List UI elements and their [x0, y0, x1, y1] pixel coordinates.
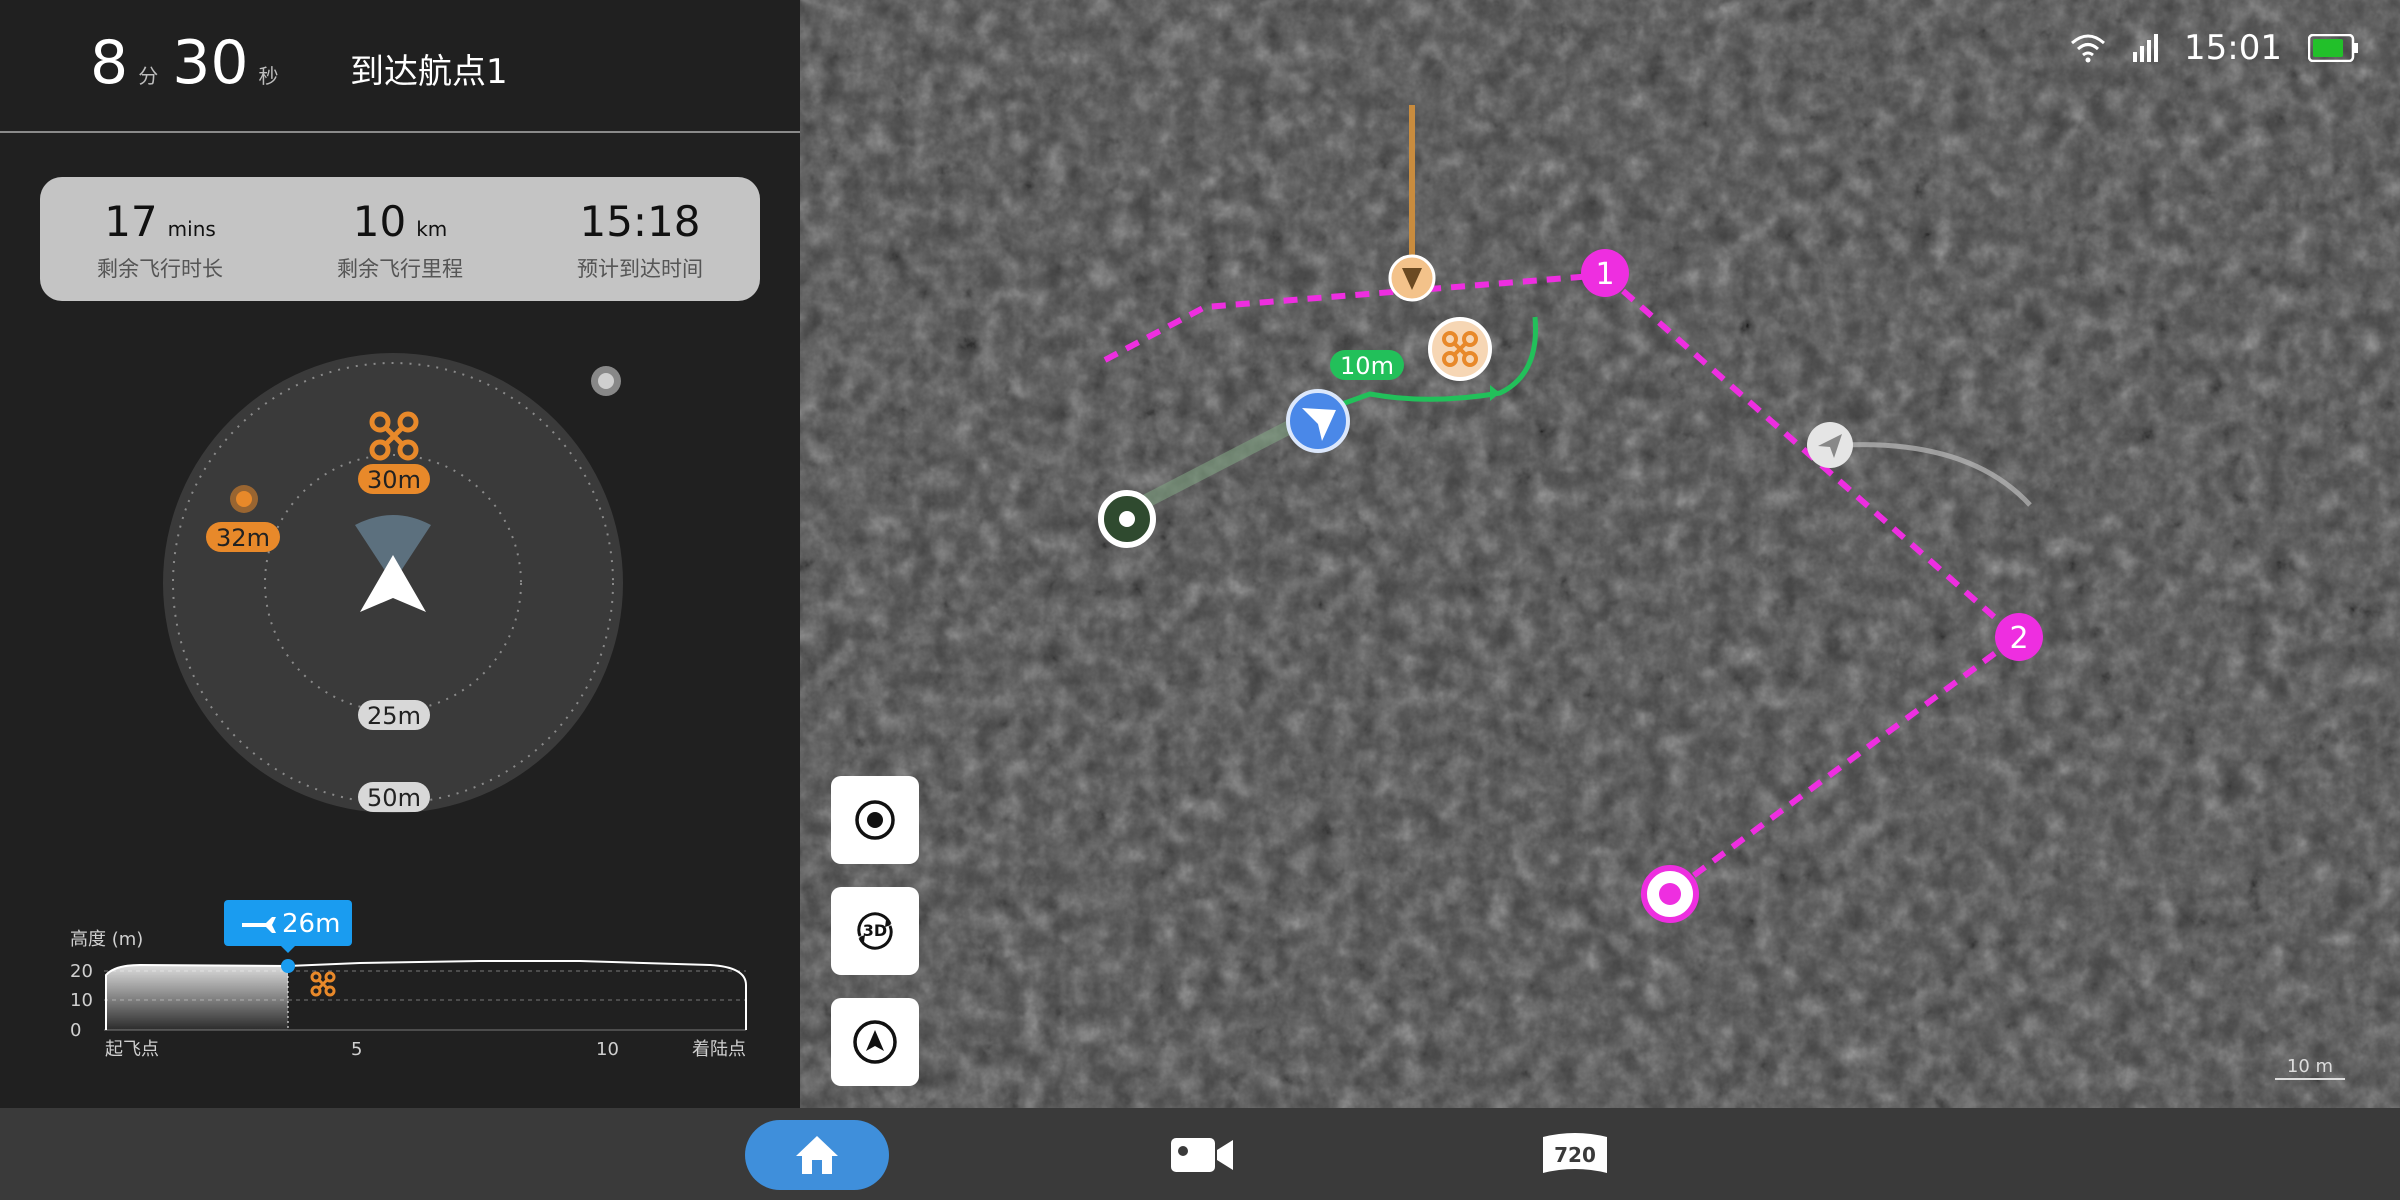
- compass-icon: [853, 1020, 897, 1064]
- timer-seconds: 30: [172, 28, 249, 98]
- home-icon: [796, 1136, 838, 1174]
- y-tick-0: 0: [70, 1020, 81, 1041]
- satellite-map: 10m 1 2: [800, 0, 2400, 1108]
- stat-value: 10: [352, 197, 407, 246]
- stat-remaining-time: 17 mins 剩余飞行时长: [40, 177, 280, 301]
- radar-view: 30m 32m 25m 50m: [163, 353, 623, 813]
- waypoint-1-label: 1: [1595, 257, 1614, 292]
- battery-icon: [2308, 34, 2358, 62]
- panorama-label: 720: [1554, 1143, 1596, 1167]
- stat-label: 预计到达时间: [577, 257, 703, 281]
- stat-eta: 15:18 预计到达时间: [520, 177, 760, 301]
- ring-inner-label: 25m: [367, 702, 421, 730]
- distance-label: 10m: [1340, 352, 1394, 380]
- poi-distance-label: 32m: [216, 524, 270, 552]
- wifi-icon: [2071, 34, 2106, 63]
- timer-minutes: 8: [90, 28, 129, 98]
- stat-value: 17: [104, 197, 158, 246]
- ring-outer-label: 50m: [367, 784, 421, 812]
- terrain-texture: [800, 0, 2400, 1108]
- status-bar: 15:01: [2070, 28, 2360, 68]
- home-tab[interactable]: [745, 1120, 889, 1190]
- video-tab[interactable]: [1166, 1120, 1238, 1190]
- flight-stats-card: 17 mins 剩余飞行时长 10 km 剩余飞行里程 15:18 预计到达时间: [40, 177, 760, 301]
- flight-info-panel: 8 分 30 秒 到达航点1 17 mins 剩余飞行时长 10 km 剩余飞行里程…: [0, 0, 800, 1108]
- y-tick-10: 10: [70, 990, 93, 1011]
- countdown-timer: 8 分 30 秒: [90, 28, 293, 108]
- 3d-view-icon: 3D: [857, 912, 893, 950]
- x-tick-10: 10: [596, 1039, 619, 1060]
- poi-dot: [236, 491, 252, 507]
- bottom-nav-bar: 720: [0, 1108, 2400, 1200]
- home-point-dot: [598, 373, 614, 389]
- stat-value: 15:18: [579, 197, 701, 246]
- destination-label: 到达航点1: [350, 52, 508, 92]
- panorama-720-icon: 720: [1543, 1133, 1607, 1173]
- video-camera-icon: [1171, 1138, 1233, 1172]
- chart-ylabel: 高度 (m): [70, 929, 143, 950]
- stat-remaining-distance: 10 km 剩余飞行里程: [280, 177, 520, 301]
- current-altitude-label: 26m: [282, 909, 340, 939]
- x-tick-takeoff: 起飞点: [105, 1039, 159, 1060]
- locate-icon: [855, 800, 895, 840]
- x-tick-landing: 着陆点: [692, 1039, 746, 1060]
- waypoint-2-label: 2: [2009, 621, 2028, 656]
- timer-seconds-unit: 秒: [258, 64, 279, 88]
- altitude-badge-pointer: [280, 945, 296, 953]
- status-time: 15:01: [2184, 28, 2282, 68]
- y-tick-20: 20: [70, 961, 93, 982]
- compass-button[interactable]: [831, 998, 919, 1086]
- divider: [0, 131, 800, 133]
- panorama-tab[interactable]: 720: [1537, 1120, 1613, 1190]
- drone-icon: [310, 971, 336, 997]
- 3d-view-button[interactable]: 3D: [831, 887, 919, 975]
- flown-altitude-area: [106, 965, 288, 1030]
- timer-minutes-unit: 分: [138, 64, 159, 88]
- locate-button[interactable]: [831, 776, 919, 864]
- signal-icon: [2133, 34, 2159, 62]
- altitude-profile-chart: 高度 (m) 20 10 0 26m 起飞点 5 10 着陆点: [70, 900, 747, 1060]
- stat-label: 剩余飞行时长: [97, 257, 223, 281]
- drone-distance-label: 30m: [367, 466, 421, 494]
- svg-text:3D: 3D: [863, 921, 887, 940]
- stat-unit: mins: [167, 217, 216, 241]
- map-scale: 10 m: [2275, 1056, 2345, 1080]
- stat-label: 剩余飞行里程: [337, 257, 463, 281]
- takeoff-point-dot: [1119, 511, 1135, 527]
- stat-unit: km: [416, 217, 448, 241]
- current-position-dot: [281, 959, 295, 973]
- x-tick-5: 5: [351, 1039, 362, 1060]
- landing-point-dot: [1659, 883, 1681, 905]
- map-view[interactable]: 10m 1 2 15:01 3D 10 m: [800, 0, 2400, 1108]
